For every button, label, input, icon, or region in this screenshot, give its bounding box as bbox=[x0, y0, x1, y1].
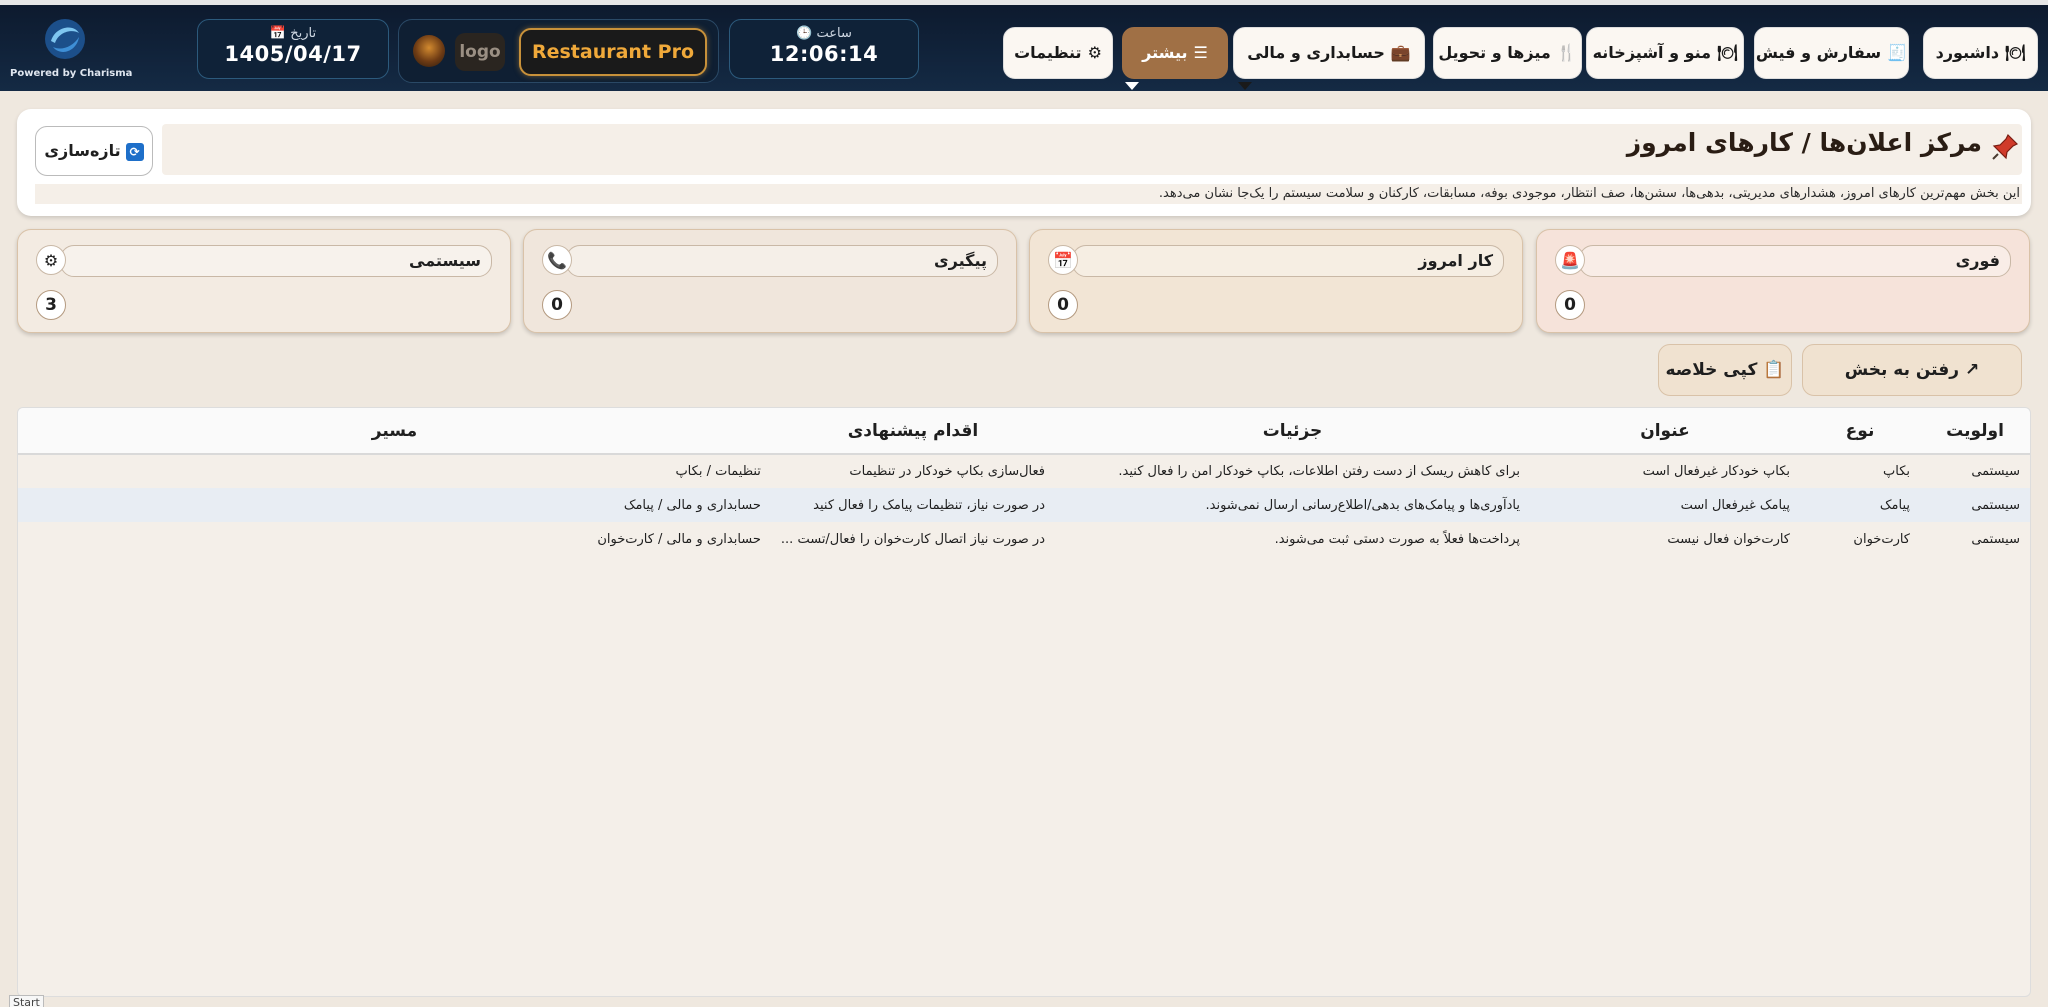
gear-icon: ⚙ bbox=[36, 245, 66, 275]
card-title: فوری bbox=[1579, 245, 2011, 277]
nav-dashboard[interactable]: 🍽داشبورد bbox=[1923, 27, 2038, 79]
page-subtitle: این بخش مهم‌ترین کارهای امروز، هشدارهای … bbox=[1158, 186, 2020, 201]
cell-priority: سیستمی bbox=[1971, 464, 2020, 479]
cell-action: در صورت نیاز اتصال کارت‌خوان را فعال/تست… bbox=[780, 531, 1045, 547]
cell-details: پرداخت‌ها فعلاً به صورت دستی ثبت می‌شوند… bbox=[1274, 531, 1520, 547]
col-action[interactable]: اقدام پیشنهادی bbox=[770, 408, 1055, 455]
clock-value: 12:06:14 bbox=[769, 42, 879, 66]
calendar-small-icon: 📅 bbox=[269, 26, 291, 41]
date-display: 📅 تاریخ 1405/04/17 bbox=[197, 19, 389, 79]
receipt-icon: 🧾 bbox=[1887, 43, 1908, 62]
cell-type: پیامک bbox=[1800, 488, 1920, 522]
cell-action: فعال‌سازی بکاپ خودکار در تنظیمات bbox=[849, 464, 1045, 479]
clock-icon: 🕒 bbox=[796, 26, 817, 41]
clock-display: 🕒 ساعت 12:06:14 bbox=[729, 19, 919, 79]
card-count: 0 bbox=[542, 290, 572, 320]
table-row[interactable]: سیستمی پیامک پیامک غیرفعال است یادآوری‌ه… bbox=[18, 488, 2030, 522]
date-value: 1405/04/17 bbox=[224, 42, 362, 66]
card-followup[interactable]: پیگیری 📞 0 bbox=[523, 229, 1017, 333]
cell-details: یادآوری‌ها و پیامک‌های بدهی/اطلاع‌رسانی … bbox=[1055, 488, 1530, 522]
card-count: 3 bbox=[36, 290, 66, 320]
card-system[interactable]: سیستمی ⚙ 3 bbox=[17, 229, 511, 333]
card-urgent[interactable]: فوری 🚨 0 bbox=[1536, 229, 2030, 333]
cell-type: کارت‌خوان bbox=[1853, 531, 1910, 547]
charisma-logo-icon bbox=[45, 19, 85, 59]
card-title: سیستمی bbox=[60, 245, 492, 277]
pin-icon bbox=[1992, 133, 2019, 160]
cell-path: حسابداری و مالی / کارت‌خوان bbox=[597, 531, 761, 547]
cell-title: پیامک غیرفعال است bbox=[1530, 488, 1800, 522]
siren-icon: 🚨 bbox=[1555, 245, 1585, 275]
cell-priority: سیستمی bbox=[1971, 531, 2020, 547]
restaurant-logo-icon bbox=[413, 35, 445, 67]
col-title[interactable]: عنوان bbox=[1530, 408, 1800, 455]
refresh-icon: ⟳ bbox=[125, 142, 144, 161]
briefcase-icon: 💼 bbox=[1390, 43, 1411, 62]
col-path[interactable]: مسیر bbox=[18, 408, 771, 455]
table-row[interactable]: سیستمی بکاپ بکاپ خودکار غیرفعال است برای… bbox=[18, 454, 2030, 488]
card-title: کار امروز bbox=[1072, 245, 1504, 277]
cell-details: برای کاهش ریسک از دست رفتن اطلاعات، بکاپ… bbox=[1118, 464, 1520, 479]
card-today-task[interactable]: کار امروز 📅 0 bbox=[1029, 229, 1523, 333]
chevron-down-icon bbox=[1238, 82, 1252, 90]
calendar-icon: 📅 bbox=[1048, 245, 1078, 275]
arrow-icon: ↗ bbox=[1965, 360, 1980, 380]
cell-title: کارت‌خوان فعال نیست bbox=[1667, 531, 1790, 547]
cell-path: تنظیمات / بکاپ bbox=[675, 464, 761, 479]
cell-priority: سیستمی bbox=[1920, 488, 2030, 522]
notification-table: اولویت نوع عنوان جزئیات اقدام پیشنهادی م… bbox=[17, 407, 2031, 997]
page-title: مرکز اعلان‌ها / کارهای امروز bbox=[1626, 128, 1982, 157]
col-priority[interactable]: اولویت bbox=[1920, 408, 2030, 455]
menu-icon: ☰ bbox=[1193, 43, 1208, 62]
clock-label: ساعت bbox=[816, 26, 852, 41]
notification-header: ⟳تازه‌سازی مرکز اعلان‌ها / کارهای امروز … bbox=[17, 109, 2031, 216]
nav-menu-kitchen[interactable]: 🍽منو و آشپزخانه bbox=[1586, 27, 1744, 79]
nav-more[interactable]: ☰بیشتر bbox=[1122, 27, 1228, 90]
refresh-button[interactable]: ⟳تازه‌سازی bbox=[35, 126, 153, 176]
dashboard-icon: 🍽 bbox=[2005, 43, 2026, 62]
cell-type: بکاپ bbox=[1883, 464, 1910, 479]
top-bar: Powered by Charisma 📅 تاریخ 1405/04/17 l… bbox=[0, 0, 2048, 91]
dining-icon: 🍴 bbox=[1556, 43, 1577, 62]
table-header-row: اولویت نوع عنوان جزئیات اقدام پیشنهادی م… bbox=[18, 408, 2030, 455]
cell-action: در صورت نیاز، تنظیمات پیامک را فعال کنید bbox=[770, 488, 1055, 522]
card-count: 0 bbox=[1048, 290, 1078, 320]
plate-icon: 🍽 bbox=[1717, 43, 1738, 62]
card-count: 0 bbox=[1555, 290, 1585, 320]
brand: Powered by Charisma bbox=[10, 17, 133, 79]
goto-selected-button[interactable]: ↗رفتن به بخش انتخاب‌شده bbox=[1802, 344, 2022, 430]
cell-title: بکاپ خودکار غیرفعال است bbox=[1642, 464, 1790, 479]
copy-summary-button[interactable]: 📋کپی خلاصه bbox=[1658, 344, 1792, 396]
cell-path: حسابداری و مالی / پیامک bbox=[18, 488, 771, 522]
logo-placeholder: logo bbox=[455, 33, 505, 71]
start-tab[interactable]: Start bbox=[9, 995, 44, 1007]
nav-accounting[interactable]: 💼حسابداری و مالی bbox=[1233, 27, 1425, 90]
powered-by-text: Powered by Charisma bbox=[10, 68, 133, 79]
card-title: پیگیری bbox=[566, 245, 998, 277]
chevron-down-icon bbox=[1125, 82, 1139, 90]
col-type[interactable]: نوع bbox=[1800, 408, 1920, 455]
col-details[interactable]: جزئیات bbox=[1055, 408, 1530, 455]
nav-settings[interactable]: ⚙تنظیمات bbox=[1003, 27, 1113, 79]
subtitle-bar: این بخش مهم‌ترین کارهای امروز، هشدارهای … bbox=[35, 184, 2022, 204]
nav-orders[interactable]: 🧾سفارش و فیش bbox=[1754, 27, 1909, 79]
phone-icon: 📞 bbox=[542, 245, 572, 275]
clipboard-icon: 📋 bbox=[1763, 360, 1785, 380]
app-name-badge[interactable]: Restaurant Pro bbox=[519, 28, 707, 76]
logo-group: logo Restaurant Pro bbox=[398, 19, 719, 83]
gear-icon: ⚙ bbox=[1087, 43, 1102, 62]
title-bar: مرکز اعلان‌ها / کارهای امروز bbox=[162, 124, 2022, 175]
date-label: تاریخ bbox=[290, 26, 317, 41]
table-row[interactable]: سیستمی کارت‌خوان کارت‌خوان فعال نیست پرد… bbox=[18, 522, 2030, 556]
nav-tables-delivery[interactable]: 🍴میزها و تحویل bbox=[1433, 27, 1582, 79]
